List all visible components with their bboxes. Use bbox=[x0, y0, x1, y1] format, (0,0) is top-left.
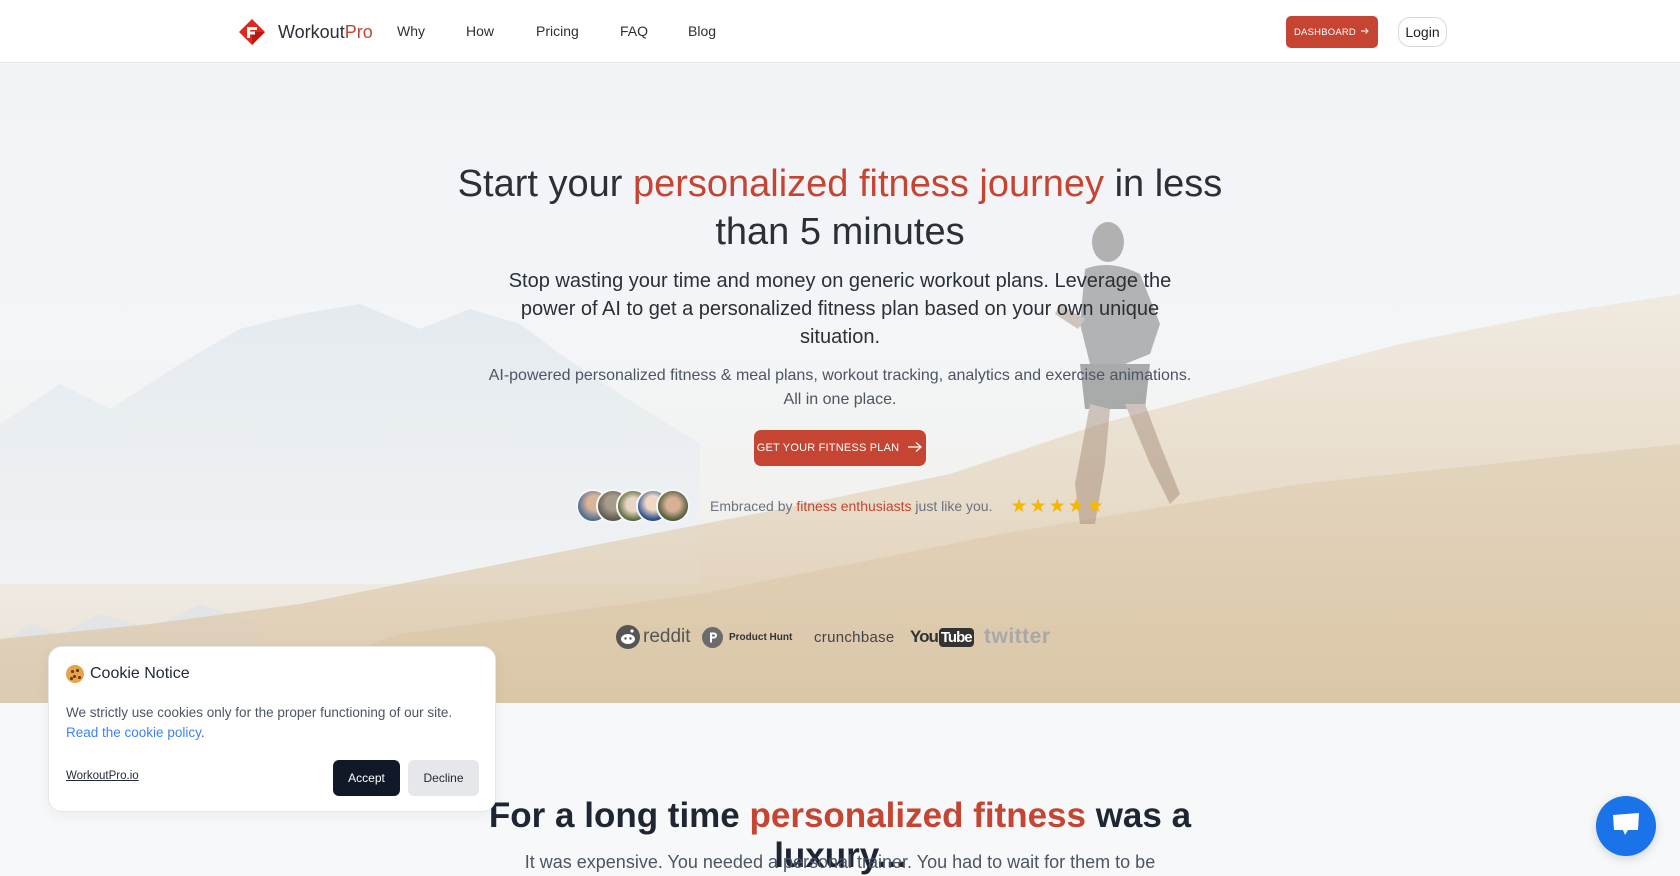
nav-pricing[interactable]: Pricing bbox=[536, 23, 579, 39]
hero-subheadline: Stop wasting your time and money on gene… bbox=[508, 270, 1172, 348]
cookie-notice-title: Cookie Notice bbox=[66, 665, 190, 683]
star-icon: ★ bbox=[1067, 495, 1085, 517]
rating-stars: ★ ★ ★ ★ ★ bbox=[1010, 497, 1103, 516]
cookie-notice-text: We strictly use cookies only for the pro… bbox=[66, 705, 453, 740]
section-subtitle: It was expensive. You needed a personal … bbox=[524, 852, 1156, 872]
social-proof-text: Embraced by fitness enthusiasts just lik… bbox=[710, 498, 993, 514]
social-proof: Embraced by fitness enthusiasts just lik… bbox=[576, 489, 1104, 523]
star-icon: ★ bbox=[1086, 495, 1104, 517]
site-header: WorkoutPro Why How Pricing FAQ Blog DASH… bbox=[0, 0, 1680, 63]
twitter-logo: twitter bbox=[984, 625, 1051, 648]
hero-section: Start your personalized fitness journey … bbox=[0, 64, 1680, 703]
arrow-right-icon bbox=[1360, 27, 1370, 38]
nav-how[interactable]: How bbox=[466, 23, 494, 39]
cookie-icon bbox=[66, 665, 84, 683]
cta-label: GET YOUR FITNESS PLAN bbox=[756, 442, 900, 454]
avatar bbox=[656, 489, 690, 523]
avatar-group bbox=[576, 489, 690, 523]
cookie-policy-link[interactable]: Read the cookie policy bbox=[66, 725, 201, 740]
reddit-logo: reddit bbox=[616, 622, 691, 652]
nav-why[interactable]: Why bbox=[397, 23, 425, 39]
chat-bubble-icon bbox=[1611, 812, 1641, 841]
workoutpro-logo-icon bbox=[238, 18, 266, 46]
cookie-notice: Cookie Notice We strictly use cookies on… bbox=[48, 646, 496, 812]
product-hunt-icon bbox=[702, 626, 723, 648]
logo-text: WorkoutPro bbox=[278, 21, 373, 42]
workoutpro-site-link[interactable]: WorkoutPro.io bbox=[66, 770, 139, 782]
logo-link[interactable]: WorkoutPro bbox=[238, 18, 373, 46]
crunchbase-logo: crunchbase bbox=[814, 628, 895, 646]
product-hunt-logo: Product Hunt bbox=[702, 622, 792, 652]
accept-cookies-button[interactable]: Accept bbox=[333, 760, 400, 796]
decline-cookies-button[interactable]: Decline bbox=[408, 760, 479, 796]
hero-tagline: AI-powered personalized fitness & meal p… bbox=[488, 367, 1192, 408]
get-fitness-plan-button[interactable]: GET YOUR FITNESS PLAN bbox=[754, 430, 926, 466]
dashboard-label: DASHBOARD bbox=[1294, 26, 1356, 38]
arrow-right-icon bbox=[907, 441, 923, 456]
nav-blog[interactable]: Blog bbox=[688, 23, 716, 39]
login-button[interactable]: Login bbox=[1398, 17, 1447, 47]
nav-faq[interactable]: FAQ bbox=[620, 23, 648, 39]
dashboard-button[interactable]: DASHBOARD bbox=[1286, 16, 1378, 48]
star-icon: ★ bbox=[1048, 495, 1066, 517]
youtube-logo: You Tube bbox=[910, 627, 974, 647]
chat-button[interactable] bbox=[1596, 796, 1656, 856]
hero-headline: Start your personalized fitness journey … bbox=[457, 163, 1223, 253]
star-icon: ★ bbox=[1010, 495, 1028, 517]
reddit-icon bbox=[616, 625, 640, 649]
star-icon: ★ bbox=[1029, 495, 1047, 517]
